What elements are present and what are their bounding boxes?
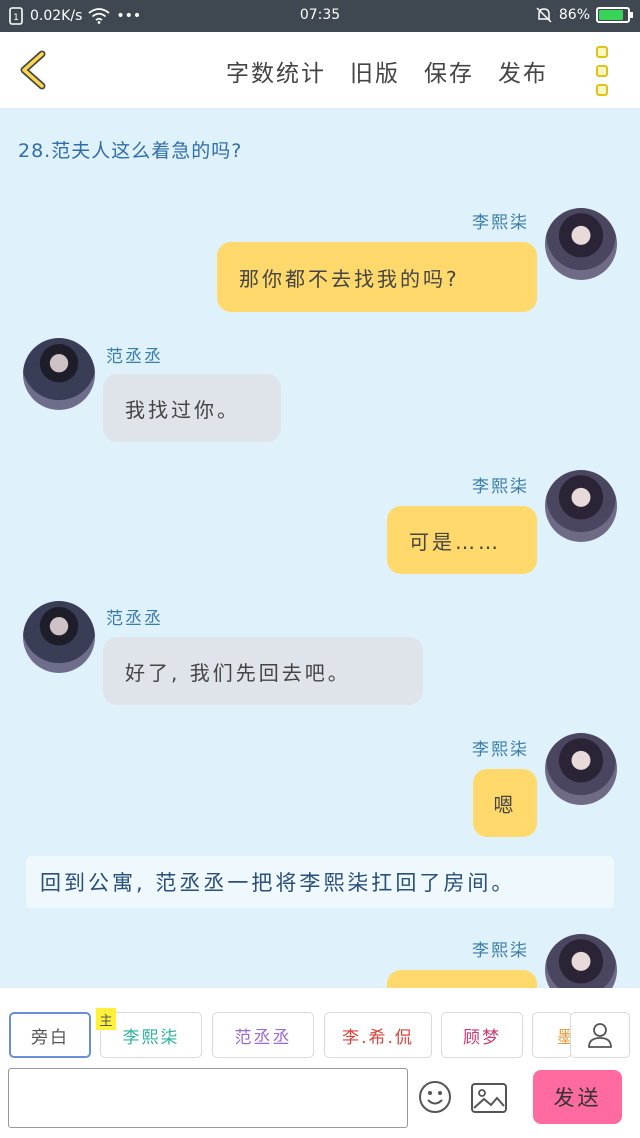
- role-selector: 主 旁白 李熙柒 范丞丞 李.希.侃 顾梦 墨: [0, 1008, 640, 1060]
- status-bar: 1 0.02K/s ••• 07:35 86%: [0, 0, 640, 32]
- user-icon: [588, 1023, 612, 1048]
- message-bubble[interactable]: 嗯: [473, 769, 537, 837]
- chapter-title: 28.范夫人这么着急的吗?: [18, 140, 243, 162]
- publish-button[interactable]: 发布: [498, 54, 548, 88]
- back-button[interactable]: [14, 48, 54, 92]
- role-chip[interactable]: 顾梦: [441, 1012, 523, 1058]
- battery-percent: 86%: [558, 7, 590, 23]
- message-bubble[interactable]: [387, 970, 537, 988]
- role-chip[interactable]: 墨: [532, 1012, 572, 1058]
- battery-level: [599, 10, 623, 20]
- chevron-left-icon: [20, 50, 46, 90]
- speaker-name: 李熙柒: [472, 477, 529, 497]
- role-chip[interactable]: 李.希.侃: [324, 1012, 432, 1058]
- avatar[interactable]: [545, 470, 617, 542]
- image-icon: [471, 1083, 507, 1113]
- message-input[interactable]: [8, 1068, 408, 1128]
- send-button[interactable]: 发送: [533, 1070, 622, 1124]
- more-menu-button[interactable]: [596, 46, 612, 96]
- avatar[interactable]: [545, 934, 617, 988]
- speaker-name: 范丞丞: [106, 347, 163, 367]
- top-toolbar: 字数统计 旧版 保存 发布: [0, 32, 640, 108]
- avatar[interactable]: [545, 208, 617, 280]
- battery-icon: [596, 7, 633, 23]
- status-right: 86%: [535, 6, 633, 24]
- role-chip[interactable]: 旁白: [9, 1012, 91, 1058]
- image-button[interactable]: [470, 1082, 508, 1114]
- speaker-name: 范丞丞: [106, 609, 163, 629]
- composer-panel: 主 旁白 李熙柒 范丞丞 李.希.侃 顾梦 墨 发送: [0, 988, 640, 1138]
- main-role-badge: 主: [96, 1008, 116, 1030]
- message-bubble[interactable]: 可是……: [387, 506, 537, 574]
- menu-dot-icon: [596, 65, 608, 77]
- narration-text[interactable]: 回到公寓, 范丞丞一把将李熙柒扛回了房间。: [26, 856, 614, 908]
- emoji-button[interactable]: [418, 1080, 452, 1114]
- avatar[interactable]: [23, 338, 95, 410]
- smiley-icon: [419, 1081, 451, 1113]
- avatar[interactable]: [23, 601, 95, 673]
- speaker-name: 李熙柒: [472, 941, 529, 961]
- speaker-name: 李熙柒: [472, 740, 529, 760]
- avatar[interactable]: [545, 733, 617, 805]
- toolbar-actions: 字数统计 旧版 保存 发布: [226, 54, 548, 88]
- word-count-button[interactable]: 字数统计: [226, 54, 326, 88]
- save-button[interactable]: 保存: [424, 54, 474, 88]
- chat-area[interactable]: 28.范夫人这么着急的吗? 李熙柒 那你都不去找我的吗? 范丞丞 我找过你。 李…: [0, 108, 640, 988]
- role-manager-button[interactable]: [570, 1012, 630, 1058]
- mute-bell-icon: [536, 7, 552, 23]
- message-bubble[interactable]: 那你都不去找我的吗?: [217, 242, 537, 312]
- menu-dot-icon: [596, 84, 608, 96]
- old-version-button[interactable]: 旧版: [350, 54, 400, 88]
- message-bubble[interactable]: 好了, 我们先回去吧。: [103, 637, 423, 705]
- role-chip[interactable]: 范丞丞: [212, 1012, 314, 1058]
- menu-dot-icon: [596, 46, 608, 58]
- speaker-name: 李熙柒: [472, 213, 529, 233]
- message-bubble[interactable]: 我找过你。: [103, 374, 281, 442]
